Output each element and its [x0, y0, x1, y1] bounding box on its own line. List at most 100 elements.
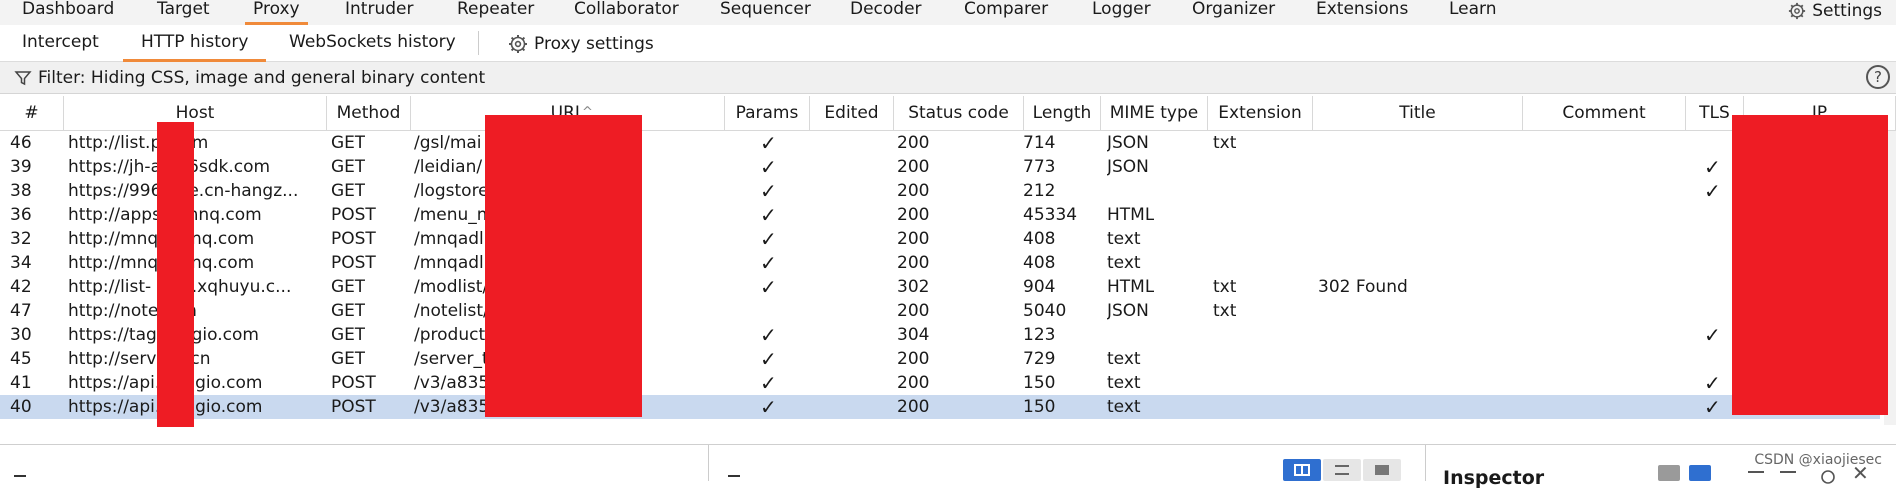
- table-row[interactable]: 42 http://list- dhsf.xqhuyu.c... GET/modli…: [0, 275, 1880, 299]
- pane-divider: [1425, 445, 1426, 481]
- expand-icon[interactable]: [1780, 471, 1796, 473]
- cell-status: 200: [897, 205, 930, 225]
- cell-method: GET: [331, 277, 366, 297]
- column-header-status-code[interactable]: Status code: [894, 96, 1024, 130]
- cell-num: 38: [10, 181, 32, 201]
- tab-decoder[interactable]: Decoder: [850, 0, 922, 25]
- cell-num: 34: [10, 253, 32, 273]
- cell-status: 200: [897, 301, 930, 321]
- table-row[interactable]: 30https://tag wingio.comGET/product o/an…: [0, 323, 1880, 347]
- inspector-settings-icon[interactable]: [1818, 467, 1838, 487]
- cell-ext: txt: [1213, 133, 1237, 153]
- column-header-title[interactable]: Title: [1313, 96, 1523, 130]
- table-row[interactable]: 41https://api. wingio.comPOST/v3/a835 oi…: [0, 371, 1880, 395]
- cell-method: GET: [331, 349, 366, 369]
- redaction-block: [1732, 115, 1888, 415]
- inspector-title: Inspector: [1443, 467, 1545, 489]
- tab-learn[interactable]: Learn: [1449, 0, 1497, 25]
- proxy-settings-button[interactable]: Proxy settings: [508, 31, 654, 57]
- tls-check-icon: ✓: [1704, 179, 1721, 203]
- table-row[interactable]: 46http://list.p .comGET/gsl/mai erverlis…: [0, 131, 1880, 155]
- tab-organizer[interactable]: Organizer: [1192, 0, 1275, 25]
- cell-status: 200: [897, 229, 930, 249]
- subtab-intercept[interactable]: Intercept: [22, 30, 99, 56]
- column-header-mime-type[interactable]: MIME type: [1101, 96, 1208, 130]
- cell-status: 200: [897, 181, 930, 201]
- params-check-icon: ✓: [760, 203, 777, 227]
- tab-extensions[interactable]: Extensions: [1316, 0, 1408, 25]
- cell-length: 212: [1023, 181, 1056, 201]
- inspector-layout-button[interactable]: [1658, 465, 1680, 481]
- cell-mime: text: [1107, 397, 1141, 417]
- cell-num: 40: [10, 397, 32, 417]
- filter-bar[interactable]: Filter: Hiding CSS, image and general bi…: [0, 62, 1896, 94]
- column-header-host[interactable]: Host: [64, 96, 327, 130]
- response-pane-handle[interactable]: [728, 475, 740, 477]
- collapse-icon[interactable]: [1748, 471, 1764, 473]
- column-header-comment[interactable]: Comment: [1523, 96, 1686, 130]
- column-header-extension[interactable]: Extension: [1208, 96, 1313, 130]
- cell-length: 5040: [1023, 301, 1067, 321]
- tab-dashboard[interactable]: Dashboard: [22, 0, 114, 25]
- cell-status: 200: [897, 397, 930, 417]
- top-nav: Settings Dashboard Target Proxy Intruder Rep…: [0, 0, 1896, 25]
- cell-num: 47: [10, 301, 32, 321]
- column-header-method[interactable]: Method: [327, 96, 411, 130]
- subtab-http-history[interactable]: HTTP history: [122, 30, 267, 62]
- column-header-params[interactable]: Params: [725, 96, 810, 130]
- table-row[interactable]: 36 http://apps ldmnq.com POST/menu_m 200 453…: [0, 203, 1880, 227]
- params-check-icon: ✓: [760, 275, 777, 299]
- watermark: CSDN @xiaojiesec: [1754, 452, 1882, 468]
- tab-repeater[interactable]: Repeater: [457, 0, 534, 25]
- tls-check-icon: ✓: [1704, 323, 1721, 347]
- tab-sequencer[interactable]: Sequencer: [720, 0, 811, 25]
- single-view-button[interactable]: [1363, 459, 1401, 481]
- table-row[interactable]: 47 http://note y.cn GET/notelist/200 5040 JS…: [0, 299, 1880, 323]
- cell-mime: JSON: [1107, 301, 1149, 321]
- table-row[interactable]: 39https://jh-a 996sdk.comGET/leidian/ on…: [0, 155, 1880, 179]
- gear-icon: [509, 35, 527, 53]
- cell-length: 904: [1023, 277, 1056, 297]
- cell-mime: text: [1107, 229, 1141, 249]
- cell-num: 32: [10, 229, 32, 249]
- column-header-length[interactable]: Length: [1024, 96, 1101, 130]
- table-row[interactable]: 40https://api. wingio.comPOST/v3/a835 ro…: [0, 395, 1880, 419]
- filter-text: Filter: Hiding CSS, image and general bi…: [38, 67, 486, 88]
- split-view-icon: [1294, 464, 1310, 476]
- tls-check-icon: ✓: [1704, 371, 1721, 395]
- inspector-layout-button-active[interactable]: [1689, 465, 1711, 481]
- table-row[interactable]: 45http://serv djy.cnGET/server_ti 69&sig…: [0, 347, 1880, 371]
- horizontal-view-button[interactable]: [1323, 459, 1361, 481]
- tab-collaborator[interactable]: Collaborator: [574, 0, 679, 25]
- subtab-websockets-history[interactable]: WebSockets history: [289, 30, 456, 56]
- cell-method: POST: [331, 373, 376, 393]
- table-row[interactable]: 38 https://996 uhe.cn-hangz... GET/logstor…: [0, 179, 1880, 203]
- request-pane-handle[interactable]: [14, 475, 26, 477]
- column-header-edited[interactable]: Edited: [810, 96, 894, 130]
- help-icon[interactable]: ?: [1866, 65, 1890, 89]
- cell-num: 45: [10, 349, 32, 369]
- params-check-icon: ✓: [760, 323, 777, 347]
- cell-status: 200: [897, 157, 930, 177]
- tab-target[interactable]: Target: [157, 0, 210, 25]
- proxy-subnav: Proxy settings Intercept HTTP history WebS…: [0, 25, 1896, 62]
- column-header-number[interactable]: #: [0, 96, 64, 130]
- tls-check-icon: ✓: [1704, 395, 1721, 419]
- settings-button[interactable]: Settings: [1788, 0, 1882, 25]
- cell-ext: txt: [1213, 277, 1237, 297]
- params-check-icon: ✓: [760, 131, 777, 155]
- params-check-icon: ✓: [760, 395, 777, 419]
- tab-proxy[interactable]: Proxy: [245, 0, 308, 25]
- cell-mime: JSON: [1107, 133, 1149, 153]
- cell-length: 729: [1023, 349, 1056, 369]
- cell-length: 714: [1023, 133, 1056, 153]
- tab-comparer[interactable]: Comparer: [964, 0, 1048, 25]
- tab-intruder[interactable]: Intruder: [345, 0, 413, 25]
- params-check-icon: ✓: [760, 347, 777, 371]
- cell-num: 30: [10, 325, 32, 345]
- table-row[interactable]: 32 http://mnq dmnq.com POST/mnqadl 200 408 te…: [0, 227, 1880, 251]
- tab-logger[interactable]: Logger: [1092, 0, 1151, 25]
- split-view-button[interactable]: [1283, 459, 1321, 481]
- cell-length: 123: [1023, 325, 1056, 345]
- table-row[interactable]: 34 http://mnq dmnq.com POST/mnqadl 200 408 te…: [0, 251, 1880, 275]
